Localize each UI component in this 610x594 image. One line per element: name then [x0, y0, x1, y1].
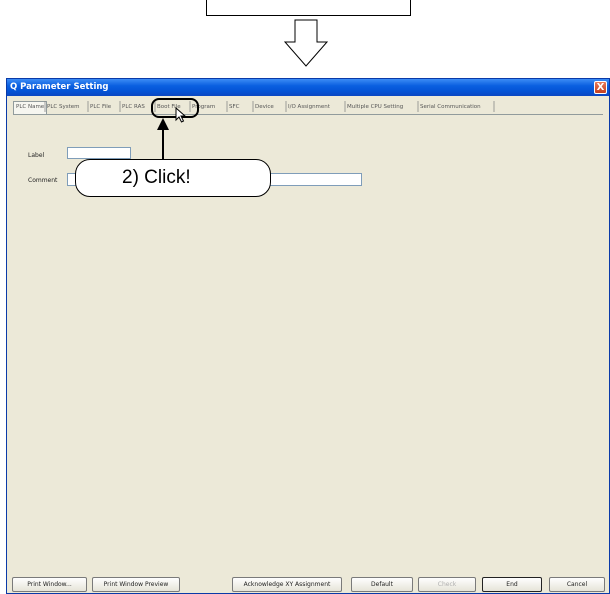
tab-separators: [44, 101, 495, 112]
annotation-box-top: [206, 0, 411, 16]
close-icon[interactable]: X: [594, 81, 607, 94]
down-arrow-icon: [284, 19, 328, 67]
label-field-label: Label: [28, 152, 45, 159]
cancel-button[interactable]: Cancel: [549, 577, 605, 592]
comment-field-label: Comment: [28, 177, 58, 184]
callout-bubble: 2) Click!: [75, 159, 271, 197]
end-button[interactable]: End: [482, 577, 542, 592]
title-bar: Q Parameter Setting X: [7, 79, 609, 96]
acknowledge-xy-assignment-button[interactable]: Acknowledge XY Assignment: [232, 577, 342, 592]
default-button[interactable]: Default: [351, 577, 413, 592]
up-arrow-icon: [157, 118, 169, 162]
label-input[interactable]: [67, 147, 131, 159]
window-title: Q Parameter Setting: [10, 82, 109, 92]
check-button: Check: [418, 577, 476, 592]
mouse-cursor-icon: [175, 107, 187, 123]
print-window-preview-button[interactable]: Print Window Preview: [92, 577, 180, 592]
print-window-button[interactable]: Print Window...: [12, 577, 87, 592]
